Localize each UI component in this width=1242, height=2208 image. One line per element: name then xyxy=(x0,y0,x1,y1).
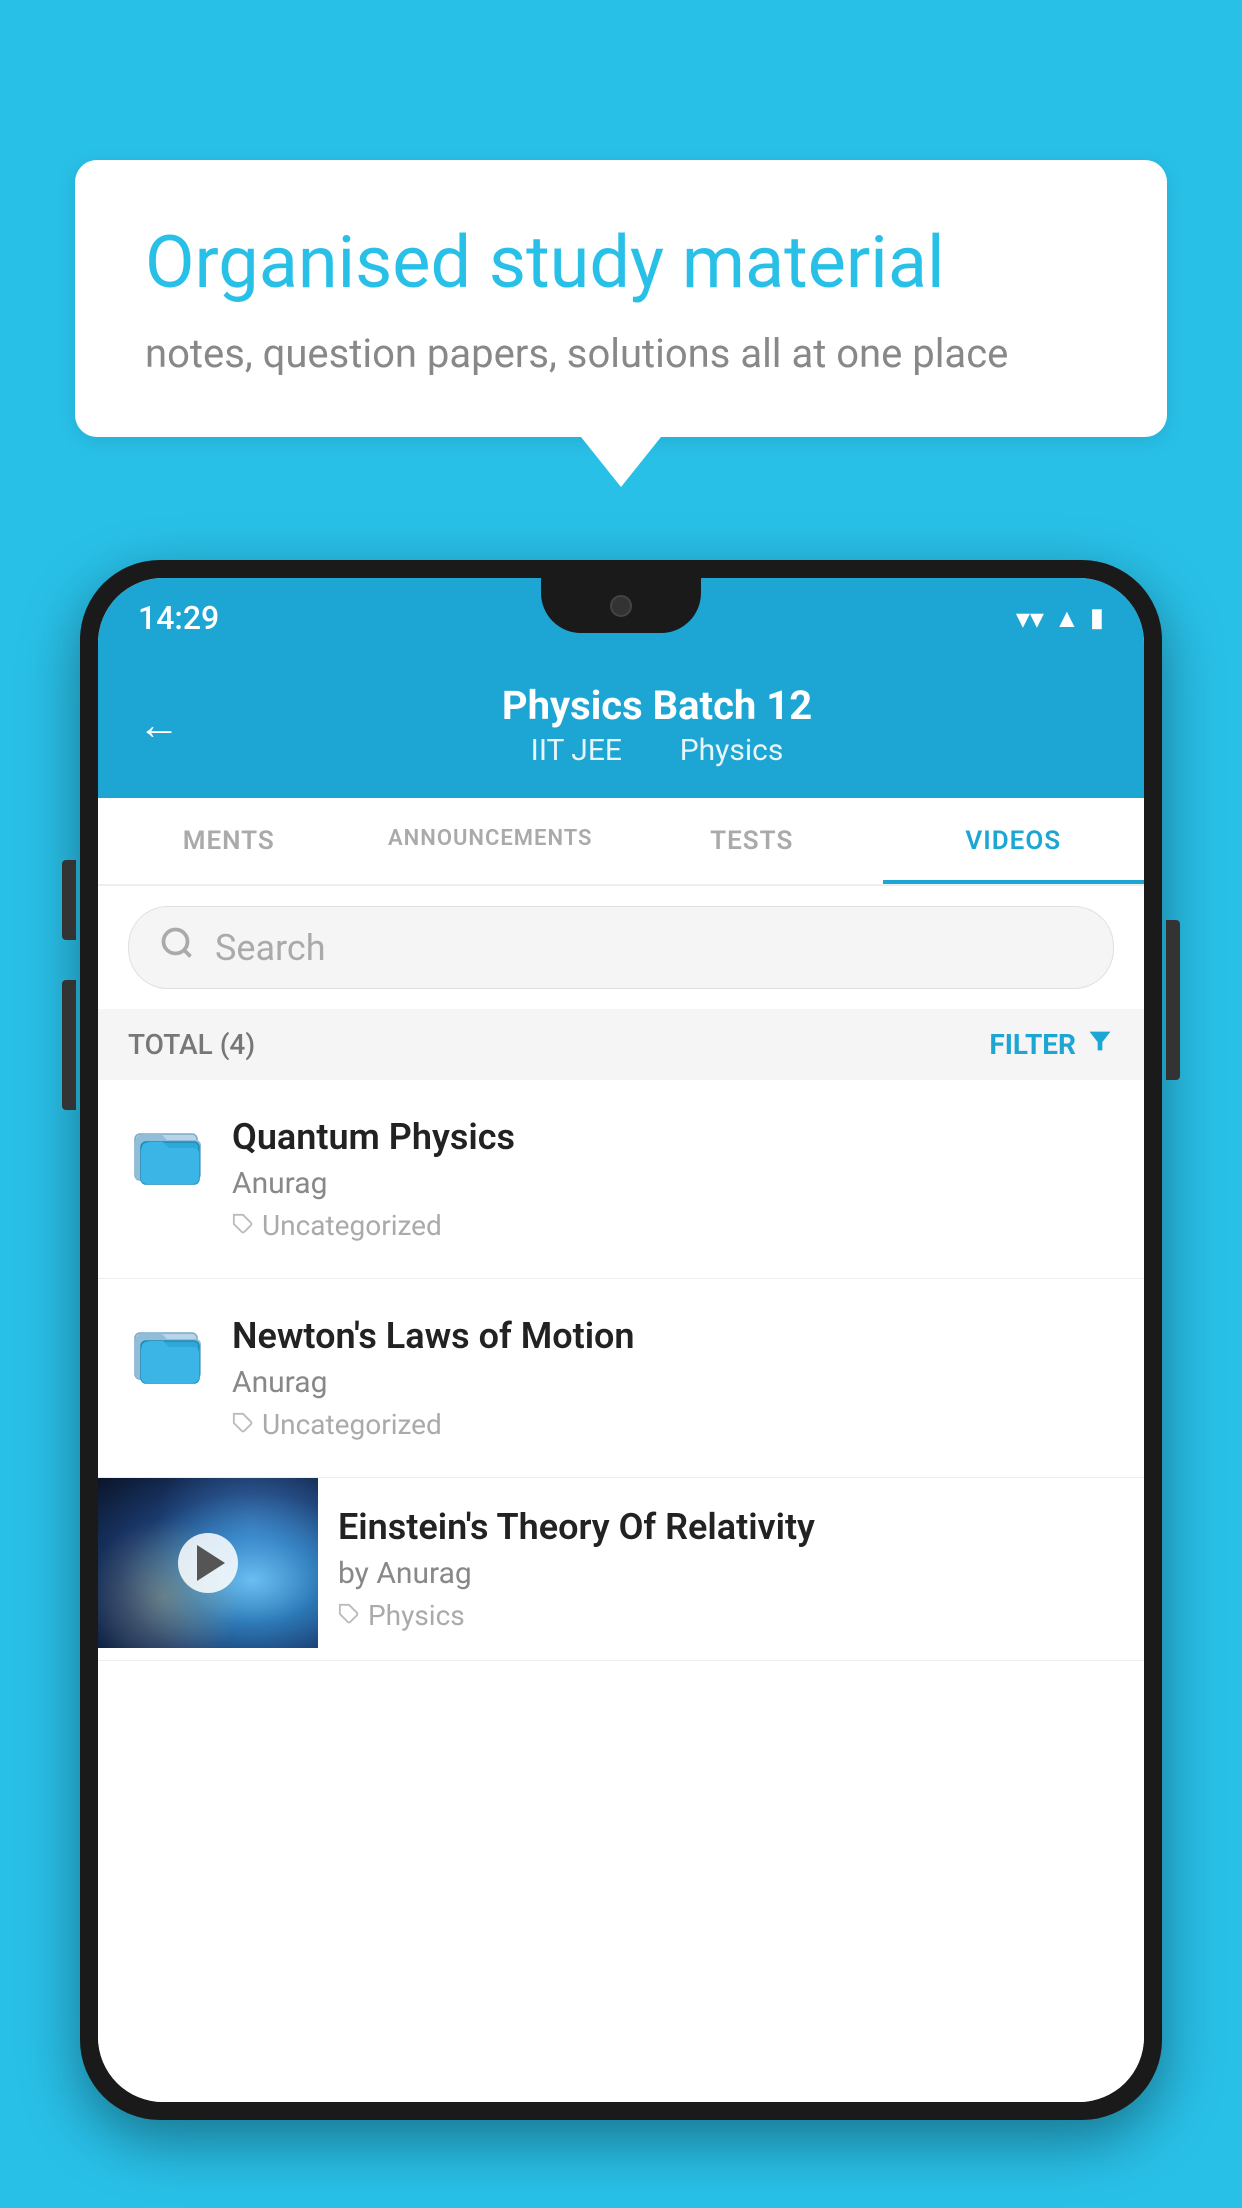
header-titles: Physics Batch 12 IIT JEE Physics xyxy=(210,682,1104,768)
item-content-2: Newton's Laws of Motion Anurag Uncategor… xyxy=(232,1315,1114,1441)
tag-text-2: Uncategorized xyxy=(262,1408,442,1441)
filter-label: FILTER xyxy=(989,1028,1076,1061)
speech-bubble: Organised study material notes, question… xyxy=(75,160,1167,437)
play-icon xyxy=(197,1545,225,1581)
app-header: ← Physics Batch 12 IIT JEE Physics xyxy=(98,658,1144,798)
wifi-icon: ▾▾ xyxy=(1016,602,1044,635)
filter-row: TOTAL (4) FILTER xyxy=(98,1009,1144,1080)
status-time: 14:29 xyxy=(138,599,219,637)
tab-announcements[interactable]: ANNOUNCEMENTS xyxy=(360,798,622,884)
speech-bubble-arrow xyxy=(581,437,661,487)
play-button[interactable] xyxy=(178,1533,238,1593)
tag-text-1: Uncategorized xyxy=(262,1209,442,1242)
search-icon xyxy=(159,925,195,970)
item-author-3: by Anurag xyxy=(338,1556,1124,1591)
speech-bubble-subtitle: notes, question papers, solutions all at… xyxy=(145,330,1097,377)
tag-icon-2 xyxy=(232,1408,254,1441)
item-title-1: Quantum Physics xyxy=(232,1116,1114,1158)
side-btn-power xyxy=(1166,920,1180,1080)
item-folder-icon-2 xyxy=(128,1315,208,1384)
item-thumbnail-3 xyxy=(98,1478,318,1648)
header-subtitle-right: Physics xyxy=(680,733,784,768)
item-tag-3: Physics xyxy=(338,1599,1124,1632)
filter-icon xyxy=(1086,1027,1114,1062)
item-author-1: Anurag xyxy=(232,1166,1114,1201)
total-count: TOTAL (4) xyxy=(128,1028,255,1061)
list-item[interactable]: Quantum Physics Anurag Uncategorized xyxy=(98,1080,1144,1279)
item-tag-2: Uncategorized xyxy=(232,1408,1114,1441)
item-tag-1: Uncategorized xyxy=(232,1209,1114,1242)
content-list: Quantum Physics Anurag Uncategorized xyxy=(98,1080,1144,2102)
signal-icon: ▲ xyxy=(1054,603,1080,634)
speech-bubble-title: Organised study material xyxy=(145,220,1097,306)
header-subtitle: IIT JEE Physics xyxy=(517,733,798,768)
phone-outer: 14:29 ▾▾ ▲ ▮ ← Physics Batch 12 xyxy=(80,560,1162,2120)
status-icons: ▾▾ ▲ ▮ xyxy=(1016,602,1104,635)
status-bar: 14:29 ▾▾ ▲ ▮ xyxy=(98,578,1144,658)
search-box[interactable]: Search xyxy=(128,906,1114,989)
tabs-bar: MENTS ANNOUNCEMENTS TESTS VIDEOS xyxy=(98,798,1144,886)
tab-videos[interactable]: VIDEOS xyxy=(883,798,1145,884)
speech-bubble-container: Organised study material notes, question… xyxy=(75,160,1167,487)
tab-ments[interactable]: MENTS xyxy=(98,798,360,884)
item-title-3: Einstein's Theory Of Relativity xyxy=(338,1506,1124,1548)
notch xyxy=(541,578,701,633)
battery-icon: ▮ xyxy=(1090,603,1104,633)
header-main-title: Physics Batch 12 xyxy=(502,682,812,729)
tag-icon-3 xyxy=(338,1599,360,1632)
phone-screen: 14:29 ▾▾ ▲ ▮ ← Physics Batch 12 xyxy=(98,578,1144,2102)
list-item[interactable]: Newton's Laws of Motion Anurag Uncategor… xyxy=(98,1279,1144,1478)
phone-wrapper: 14:29 ▾▾ ▲ ▮ ← Physics Batch 12 xyxy=(80,560,1162,2208)
item-title-2: Newton's Laws of Motion xyxy=(232,1315,1114,1357)
tag-text-3: Physics xyxy=(368,1599,465,1632)
tag-icon-1 xyxy=(232,1209,254,1242)
camera-dot xyxy=(610,595,632,617)
side-btn-volume-up xyxy=(62,860,76,940)
item-content-3: Einstein's Theory Of Relativity by Anura… xyxy=(318,1478,1144,1660)
header-subtitle-left: IIT JEE xyxy=(531,733,622,768)
item-content-1: Quantum Physics Anurag Uncategorized xyxy=(232,1116,1114,1242)
side-btn-volume-down xyxy=(62,980,76,1110)
search-input[interactable]: Search xyxy=(215,927,326,969)
tab-tests[interactable]: TESTS xyxy=(621,798,883,884)
search-container: Search xyxy=(98,886,1144,1009)
list-item-thumb[interactable]: Einstein's Theory Of Relativity by Anura… xyxy=(98,1478,1144,1661)
item-folder-icon-1 xyxy=(128,1116,208,1185)
item-author-2: Anurag xyxy=(232,1365,1114,1400)
filter-button[interactable]: FILTER xyxy=(989,1027,1114,1062)
back-button[interactable]: ← xyxy=(138,701,180,750)
